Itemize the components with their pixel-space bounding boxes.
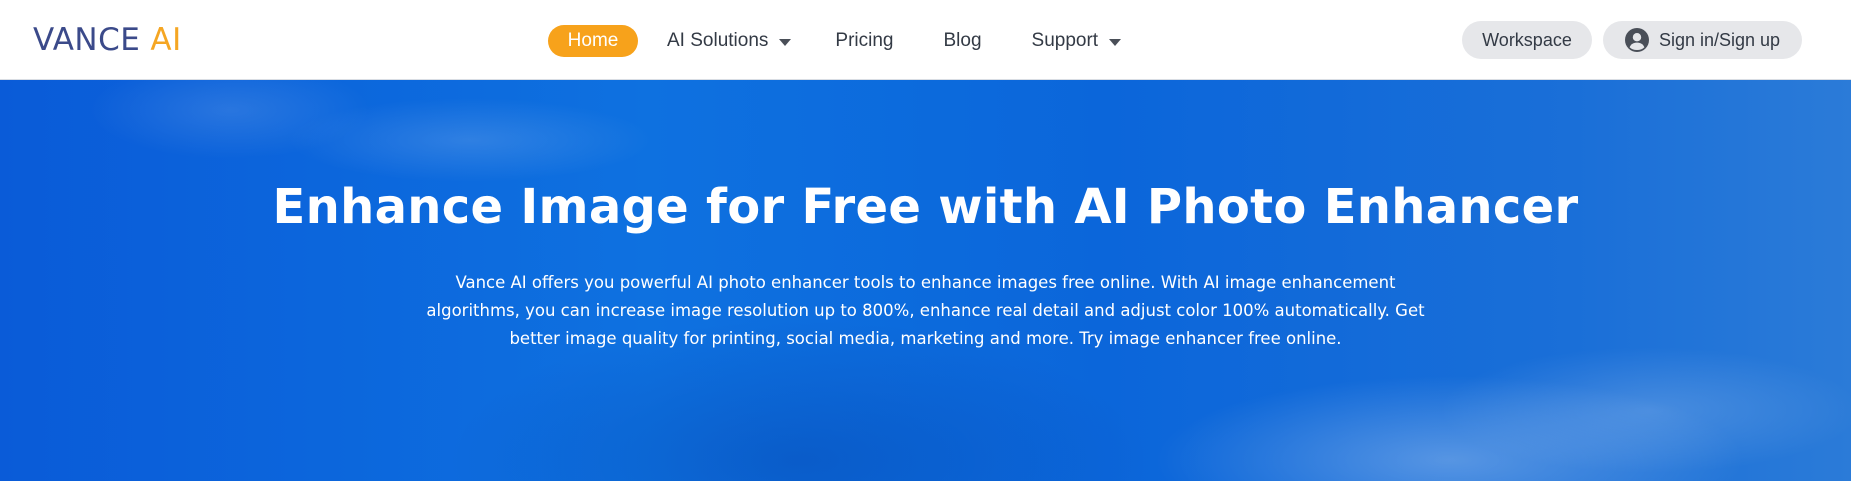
nav-blog-label: Blog: [943, 30, 982, 51]
signin-button[interactable]: Sign in/Sign up: [1603, 21, 1802, 59]
workspace-label: Workspace: [1482, 29, 1572, 50]
nav-home-button[interactable]: Home: [548, 25, 638, 57]
nav-blog-link[interactable]: Blog: [943, 25, 981, 57]
logo-text-vance: VANCE: [33, 21, 141, 58]
workspace-button[interactable]: Workspace: [1462, 21, 1592, 59]
hero-banner: Enhance Image for Free with AI Photo Enh…: [0, 80, 1851, 481]
nav-support-label: Support: [1031, 30, 1099, 51]
vanceai-logo[interactable]: VANCE AI: [33, 20, 182, 60]
user-avatar-icon: [1624, 28, 1649, 52]
logo-text-ai: AI: [150, 21, 182, 58]
chevron-down-icon: [779, 38, 792, 46]
hero-title: Enhance Image for Free with AI Photo Enh…: [272, 179, 1579, 235]
nav-pricing-label: Pricing: [835, 30, 894, 51]
hero-description: Vance AI offers you powerful AI photo en…: [426, 273, 1425, 348]
nav-support-dropdown[interactable]: Support: [1032, 25, 1122, 57]
signin-label: Sign in/Sign up: [1658, 29, 1781, 50]
nav-ai-solutions-dropdown[interactable]: AI Solutions: [667, 25, 792, 57]
nav-pricing-link[interactable]: Pricing: [835, 25, 893, 57]
chevron-down-icon: [1109, 38, 1122, 46]
nav-home-label: Home: [567, 30, 619, 51]
nav-ai-solutions-label: AI Solutions: [667, 30, 769, 51]
site-header: VANCE AI Home AI Solutions Pricing Blog S…: [0, 0, 1851, 80]
main-nav: Home AI Solutions Pricing Blog Support: [548, 25, 1122, 57]
